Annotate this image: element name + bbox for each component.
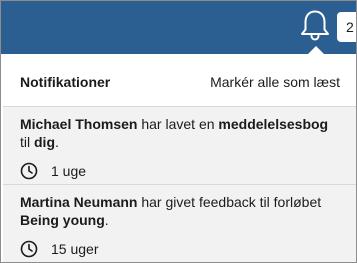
panel-title: Notifikationer [20,74,111,90]
clock-icon [20,240,38,258]
notification-text: Martina Neumann har givet feedback til f… [20,193,342,229]
clock-icon [20,162,38,180]
notification-text-part: til [20,134,34,150]
top-bar: 2 [1,1,356,55]
bell-icon[interactable] [299,8,331,42]
panel-header: Notifikationer Markér alle som læst [3,54,356,107]
notification-text: Michael Thomsen har lavet en meddelelses… [20,115,342,151]
notifications-panel: Notifikationer Markér alle som læst Mich… [3,54,356,262]
notification-object: Being young [20,212,105,228]
notification-text-part: har lavet en [137,116,219,132]
window-frame: 2 Notifikationer Markér alle som læst Mi… [0,0,357,263]
notification-time-label: 1 uge [51,163,87,179]
notification-item[interactable]: Michael Thomsen har lavet en meddelelses… [3,107,356,185]
notification-actor: Michael Thomsen [20,116,138,132]
notification-text-part: . [55,134,59,150]
mark-all-read-link[interactable]: Markér alle som læst [210,74,340,90]
notification-text-part: . [104,212,109,228]
notification-item[interactable]: Martina Neumann har givet feedback til f… [3,185,356,262]
notification-count-badge[interactable]: 2 [337,12,356,42]
notification-time-label: 15 uger [51,241,99,257]
notification-object: meddelelsesbog [218,116,329,132]
notification-actor: Martina Neumann [20,194,138,210]
notification-text-part: har givet feedback til forløbet [137,194,322,210]
notification-target: dig [34,134,55,150]
